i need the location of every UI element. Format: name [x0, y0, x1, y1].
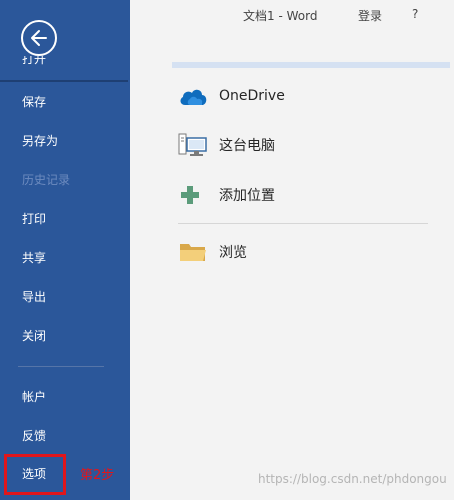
sidebar-item-export[interactable]: 导出	[22, 288, 46, 305]
backstage-sidebar: 打开 保存 另存为 历史记录 打印 共享 导出 关闭 帐户 反馈 选项	[0, 0, 130, 500]
signin-link[interactable]: 登录	[358, 7, 382, 24]
sidebar-item-close[interactable]: 关闭	[22, 327, 46, 344]
location-this-pc[interactable]: 这台电脑	[172, 127, 432, 163]
computer-icon	[172, 127, 212, 163]
sidebar-item-save-as[interactable]: 另存为	[22, 132, 58, 149]
sidebar-divider	[18, 366, 104, 367]
locations-divider	[178, 223, 428, 224]
back-button[interactable]	[21, 20, 57, 56]
selected-item-indicator	[0, 60, 128, 82]
watermark-text: https://blog.csdn.net/phdongou	[258, 472, 447, 486]
cloud-icon	[172, 78, 212, 114]
sidebar-item-feedback[interactable]: 反馈	[22, 427, 46, 444]
sidebar-item-open[interactable]: 打开	[22, 56, 62, 70]
location-label: 这台电脑	[219, 138, 275, 154]
sidebar-item-save[interactable]: 保存	[22, 93, 46, 110]
document-title: 文档1 - Word	[243, 9, 318, 23]
section-rule	[172, 62, 450, 68]
folder-icon	[172, 234, 212, 270]
location-browse[interactable]: 浏览	[172, 234, 432, 270]
location-onedrive[interactable]: OneDrive	[172, 78, 432, 114]
location-label: 浏览	[219, 245, 247, 261]
sidebar-item-share[interactable]: 共享	[22, 249, 46, 266]
help-button[interactable]: ?	[412, 7, 418, 21]
location-add-place[interactable]: 添加位置	[172, 177, 432, 213]
plus-icon	[172, 177, 212, 213]
location-label: 添加位置	[219, 188, 275, 204]
sidebar-item-history: 历史记录	[22, 173, 71, 187]
sidebar-item-account[interactable]: 帐户	[22, 388, 46, 405]
sidebar-item-print[interactable]: 打印	[22, 210, 46, 227]
location-label: OneDrive	[219, 88, 285, 104]
options-highlight-box	[4, 454, 66, 495]
step-annotation: 第2步	[80, 468, 115, 483]
arrow-left-icon	[31, 30, 47, 46]
